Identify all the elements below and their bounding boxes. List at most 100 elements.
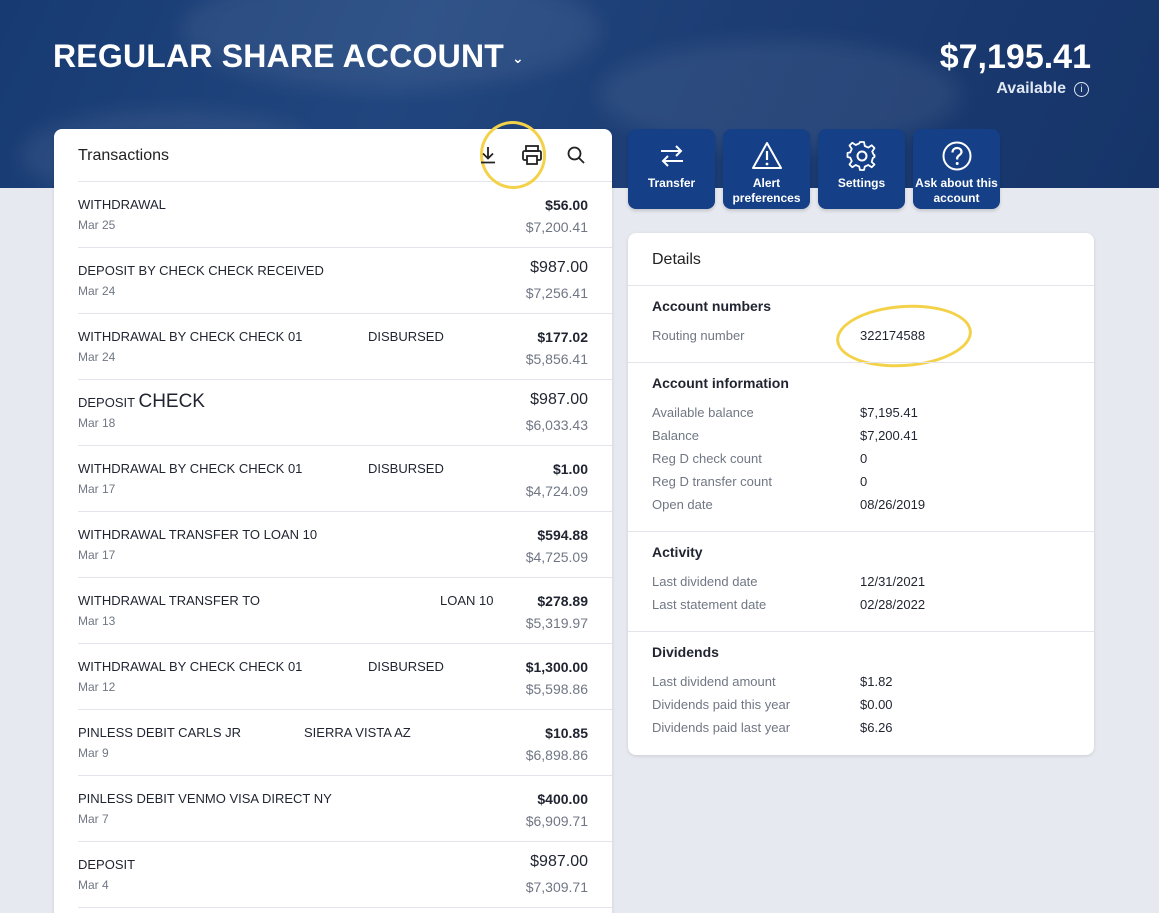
table-row[interactable]: DEPOSIT CHECK Mar 18 $987.00 $6,033.43	[78, 380, 612, 446]
transaction-description-prefix: DEPOSIT	[78, 395, 135, 410]
table-row[interactable]: DEPOSIT Mar 4 $987.00 $7,309.71	[78, 842, 612, 908]
available-balance: $7,195.41	[939, 38, 1091, 76]
chevron-down-icon: ⌄	[512, 50, 524, 66]
details-title: Details	[652, 251, 701, 268]
running-balance: $5,856.41	[525, 351, 588, 367]
settings-button[interactable]: Settings	[818, 129, 905, 209]
transaction-description: WITHDRAWAL TRANSFER TO LOAN 10	[78, 527, 318, 542]
settings-label: Settings	[837, 176, 886, 190]
transaction-description: PINLESS DEBIT VENMO VISA DIRECT NY	[78, 791, 332, 806]
available-label: Available	[996, 80, 1066, 97]
transactions-header: Transactions	[78, 114, 612, 196]
transactions-toolbar	[476, 143, 588, 167]
transfer-button[interactable]: Transfer	[628, 129, 715, 209]
divider	[628, 531, 1094, 532]
running-balance: $7,309.71	[525, 879, 588, 895]
table-row[interactable]: WITHDRAWAL BY CHECK CHECK 01 DISBURSED M…	[78, 644, 612, 710]
table-row[interactable]: WITHDRAWAL BY CHECK CHECK 01 DISBURSED M…	[78, 446, 612, 512]
last-statement-date-label: Last statement date	[652, 597, 767, 612]
reg-d-check-count-label: Reg D check count	[652, 451, 762, 466]
transaction-description: DEPOSIT BY CHECK CHECK RECEIVED	[78, 263, 324, 278]
transfer-icon	[660, 145, 683, 167]
transaction-date: Mar 12	[78, 680, 116, 694]
table-row[interactable]: WITHDRAWAL Mar 25 $56.00 $7,200.41	[78, 182, 612, 248]
table-row[interactable]: WITHDRAWAL TRANSFER TO LOAN 10 Mar 13 $2…	[78, 578, 612, 644]
divider	[628, 362, 1094, 363]
transaction-date: Mar 17	[78, 548, 116, 562]
transfer-label: Transfer	[647, 176, 696, 190]
table-row[interactable]: WITHDRAWAL BY CHECK CHECK 01 DISBURSED M…	[78, 314, 612, 380]
running-balance: $6,898.86	[525, 747, 588, 763]
info-icon[interactable]: i	[1074, 81, 1089, 97]
transaction-description-suffix: LOAN 10	[440, 593, 494, 608]
available-balance-label: Available balance	[652, 405, 754, 420]
available-label-row: Available i	[996, 80, 1089, 98]
table-row[interactable]: DEPOSIT BY CHECK CHECK RECEIVED Mar 24 $…	[78, 248, 612, 314]
running-balance: $7,200.41	[525, 219, 588, 235]
last-statement-date-value: 02/28/2022	[860, 597, 926, 612]
transaction-date: Mar 24	[78, 284, 116, 298]
table-row[interactable]: PINLESS DEBIT CARLS JR SIERRA VISTA AZ M…	[78, 710, 612, 776]
table-row[interactable]: WITHDRAWAL TRANSFER TO LOAN 10 Mar 17 $5…	[78, 512, 612, 578]
transaction-description: WITHDRAWAL BY CHECK CHECK 01	[78, 329, 303, 344]
account-selector[interactable]: REGULAR SHARE ACCOUNT ⌄	[53, 38, 524, 75]
ask-about-account-button[interactable]: Ask about this account	[913, 129, 1000, 209]
running-balance: $5,319.97	[525, 615, 588, 631]
last-dividend-amount-label: Last dividend amount	[652, 674, 776, 689]
transaction-amount: $400.00	[537, 791, 588, 807]
last-dividend-date-value: 12/31/2021	[860, 574, 926, 589]
transaction-amount: $987.00	[530, 259, 588, 276]
account-numbers-heading: Account numbers	[652, 298, 772, 314]
open-date-label: Open date	[652, 497, 713, 512]
running-balance: $6,909.71	[525, 813, 588, 829]
table-row[interactable]: PINLESS DEBIT VENMO VISA DIRECT NY Mar 7…	[78, 776, 612, 842]
routing-number-label: Routing number	[652, 328, 745, 343]
transaction-date: Mar 24	[78, 350, 116, 364]
transaction-description: WITHDRAWAL BY CHECK CHECK 01	[78, 461, 303, 476]
account-information-heading: Account information	[652, 375, 789, 391]
download-icon[interactable]	[476, 143, 500, 167]
details-card: Details Account numbers Routing number 3…	[628, 233, 1094, 755]
transactions-list: WITHDRAWAL Mar 25 $56.00 $7,200.41 DEPOS…	[54, 182, 612, 908]
transaction-description: PINLESS DEBIT CARLS JR	[78, 725, 242, 740]
reg-d-transfer-count-label: Reg D transfer count	[652, 474, 772, 489]
transaction-description: WITHDRAWAL BY CHECK CHECK 01	[78, 659, 303, 674]
running-balance: $4,725.09	[525, 549, 588, 565]
divider	[628, 631, 1094, 632]
transaction-description: DEPOSIT	[78, 857, 136, 872]
transaction-amount: $177.02	[537, 329, 588, 345]
transaction-description: WITHDRAWAL TRANSFER TO	[78, 593, 261, 608]
alert-icon	[751, 142, 782, 169]
transaction-date: Mar 17	[78, 482, 116, 496]
transaction-date: Mar 4	[78, 878, 109, 892]
activity-heading: Activity	[652, 544, 703, 560]
transaction-date: Mar 25	[78, 218, 116, 232]
account-actions: Transfer Alert preferences Settings Ask …	[628, 129, 1000, 209]
dividends-this-year-label: Dividends paid this year	[652, 697, 791, 712]
transaction-description: DEPOSIT CHECK	[78, 391, 205, 413]
dividends-this-year-value: $0.00	[860, 697, 893, 712]
transaction-amount: $10.85	[545, 725, 588, 741]
transactions-title: Transactions	[78, 147, 169, 164]
transaction-date: Mar 7	[78, 812, 109, 826]
last-dividend-date-label: Last dividend date	[652, 574, 758, 589]
routing-highlight-annotation	[834, 300, 974, 372]
gear-icon	[846, 141, 875, 171]
question-icon	[942, 141, 971, 171]
search-icon[interactable]	[564, 143, 588, 167]
running-balance: $4,724.09	[525, 483, 588, 499]
transaction-amount: $56.00	[545, 197, 588, 213]
dividends-heading: Dividends	[652, 644, 719, 660]
divider	[628, 285, 1094, 286]
alert-preferences-button[interactable]: Alert preferences	[723, 129, 810, 209]
print-icon[interactable]	[520, 143, 544, 167]
transaction-description-suffix: SIERRA VISTA AZ	[304, 725, 411, 740]
transaction-amount: $1,300.00	[525, 659, 588, 675]
transaction-amount: $278.89	[537, 593, 588, 609]
balance-value: $7,200.41	[860, 428, 918, 443]
transactions-card: Transactions WITHDRAWAL Mar 25 $56.00 $7…	[54, 114, 612, 913]
dividends-last-year-value: $6.26	[860, 720, 893, 735]
dividends-last-year-label: Dividends paid last year	[652, 720, 791, 735]
last-dividend-amount-value: $1.82	[860, 674, 893, 689]
transaction-description-suffix: DISBURSED	[368, 329, 444, 344]
